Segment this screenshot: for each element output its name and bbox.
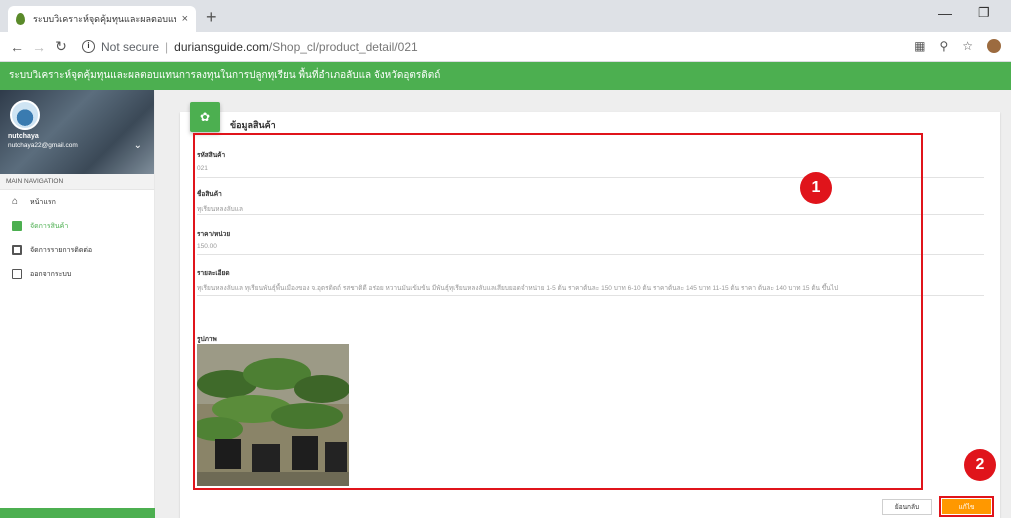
new-tab-icon[interactable]: + xyxy=(206,7,217,28)
not-secure-label: Not secure xyxy=(101,39,160,54)
url-domain: duriansguide.com xyxy=(174,39,269,54)
sidebar-item-label: จัดการรายการติดต่อ xyxy=(30,246,93,254)
address-bar: ← → ↻ i Not secure | duriansguide.com/Sh… xyxy=(0,32,1011,62)
url-field[interactable]: i Not secure | duriansguide.com/Shop_cl/… xyxy=(82,40,418,54)
sidebar-item-label: ออกจากระบบ xyxy=(30,270,72,278)
page-title: ข้อมูลสินค้า xyxy=(230,120,276,130)
product-card-icon: ✿ xyxy=(190,102,220,132)
document-icon xyxy=(12,221,22,231)
forward-arrow-icon[interactable]: → xyxy=(28,39,50,55)
sidebar-item-manage-products[interactable]: จัดการสินค้า xyxy=(0,214,154,238)
browser-tab[interactable]: ระบบวิเคราะห์จุดคุ้มทุนและผลตอบแทน × xyxy=(8,6,196,32)
user-email: nutchaya22@gmail.com xyxy=(8,142,78,149)
edit-button[interactable]: แก้ไข xyxy=(942,499,991,514)
durian-favicon-icon xyxy=(16,13,25,25)
home-icon: ⌂ xyxy=(12,196,19,207)
info-icon[interactable]: i xyxy=(82,40,95,53)
logout-icon xyxy=(12,269,22,279)
tab-title: ระบบวิเคราะห์จุดคุ้มทุนและผลตอบแทน xyxy=(33,14,176,24)
minimize-icon[interactable]: — xyxy=(938,5,952,21)
chevron-down-icon[interactable]: ⌄ xyxy=(134,140,142,151)
sidebar-item-label: หน้าแรก xyxy=(30,198,56,206)
sidebar-footer xyxy=(0,508,155,518)
sidebar-item-manage-contacts[interactable]: จัดการรายการติดต่อ xyxy=(0,238,154,262)
back-arrow-icon[interactable]: ← xyxy=(6,39,28,55)
url-path: /Shop_cl/product_detail/021 xyxy=(268,39,418,54)
sidebar-item-home[interactable]: ⌂ หน้าแรก xyxy=(0,190,154,214)
sidebar-item-logout[interactable]: ออกจากระบบ xyxy=(0,262,154,286)
sidebar: nutchaya nutchaya22@gmail.com ⌄ MAIN NAV… xyxy=(0,90,155,518)
tab-close-icon[interactable]: × xyxy=(182,13,188,25)
zoom-icon[interactable]: ⚲ xyxy=(939,39,948,53)
restore-icon[interactable]: ❐ xyxy=(978,5,990,21)
browser-actions: ▦ ⚲ ☆ xyxy=(914,39,1001,53)
annotation-badge-2: 2 xyxy=(964,449,996,481)
profile-avatar-icon[interactable] xyxy=(987,39,1001,53)
reload-icon[interactable]: ↻ xyxy=(50,38,72,55)
annotation-badge-1: 1 xyxy=(800,172,832,204)
bookmark-star-icon[interactable]: ☆ xyxy=(962,39,973,53)
url-separator: | xyxy=(165,39,169,54)
avatar xyxy=(10,100,40,130)
user-profile: nutchaya nutchaya22@gmail.com ⌄ xyxy=(0,90,154,174)
app-header: ระบบวิเคราะห์จุดคุ้มทุนและผลตอบแทนการลงท… xyxy=(0,62,1011,90)
sidebar-item-label: จัดการสินค้า xyxy=(30,222,69,230)
browser-tab-bar: ระบบวิเคราะห์จุดคุ้มทุนและผลตอบแทน × + —… xyxy=(0,0,1011,32)
nav-heading: MAIN NAVIGATION xyxy=(0,174,154,190)
contact-list-icon xyxy=(12,245,22,255)
back-button[interactable]: ย้อนกลับ xyxy=(882,499,932,515)
translate-icon[interactable]: ▦ xyxy=(914,39,925,53)
user-name: nutchaya xyxy=(8,133,39,140)
